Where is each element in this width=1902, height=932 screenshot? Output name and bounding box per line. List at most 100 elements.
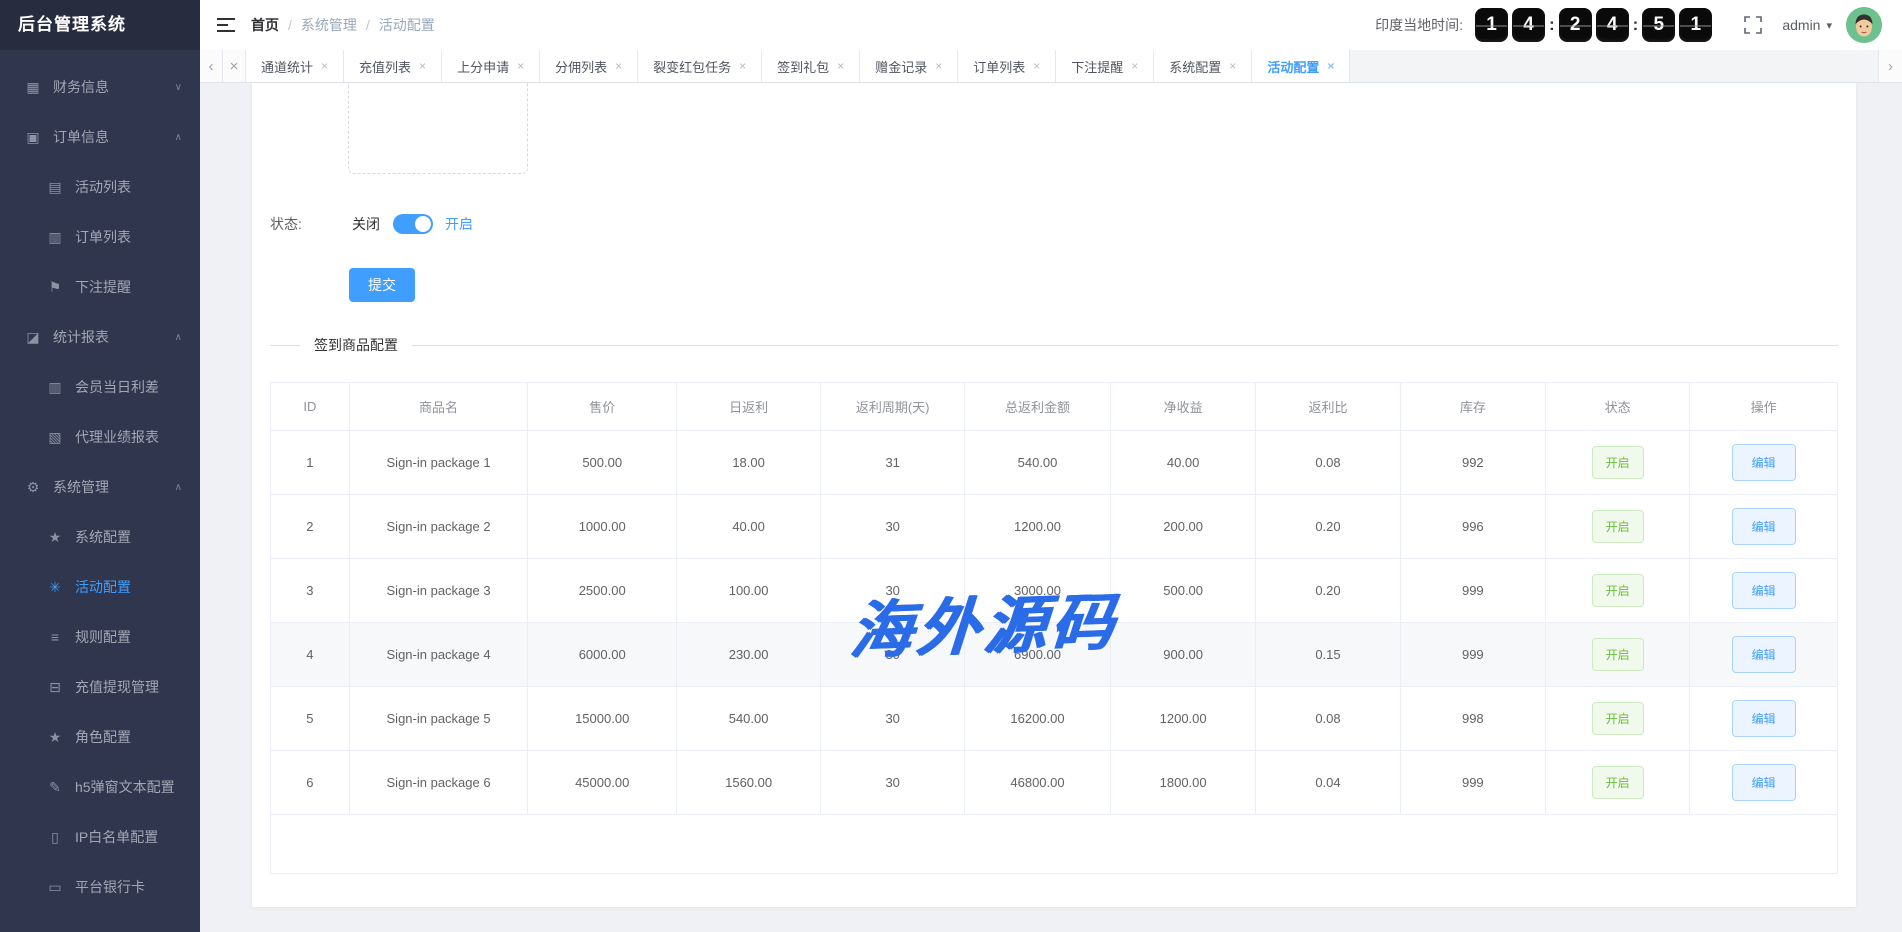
sidebar-item[interactable]: ▧ 代理业绩报表 <box>0 412 200 462</box>
sidebar-item[interactable]: ▦ 财务信息 ∨ <box>0 62 200 112</box>
switch-on-label: 开启 <box>445 214 473 234</box>
tab[interactable]: 下注提醒 × <box>1056 50 1154 82</box>
clock-colon: : <box>1549 15 1555 35</box>
sidebar-item[interactable]: ⚑ 下注提醒 <box>0 262 200 312</box>
clock-digit: 1 <box>1475 8 1508 42</box>
tab[interactable]: 系统配置 × <box>1154 50 1252 82</box>
tab-close-icon[interactable]: × <box>935 59 942 73</box>
cell-product-name: Sign-in package 4 <box>349 622 528 686</box>
sidebar-item[interactable]: ≡ 规则配置 <box>0 612 200 662</box>
tab-close-icon[interactable]: × <box>615 59 622 73</box>
edit-button[interactable]: 编辑 <box>1732 764 1796 801</box>
cell-id: 3 <box>271 558 349 622</box>
tab[interactable]: 通道统计 × <box>246 50 344 82</box>
cell-price: 2500.00 <box>528 558 677 622</box>
sidebar-item-label: 活动配置 <box>75 577 131 597</box>
tabs-close-all-icon[interactable]: × <box>223 50 246 82</box>
tab-label: 赠金记录 <box>875 57 927 76</box>
chevron-icon: ∨ <box>175 82 182 93</box>
user-menu[interactable]: admin <box>1782 17 1820 33</box>
tabs-scroll-right-icon[interactable]: › <box>1878 50 1902 82</box>
tab-close-icon[interactable]: × <box>1327 59 1334 73</box>
signin-products-table: ID商品名售价日返利返利周期(天)总返利金额净收益返利比库存状态操作 1 Sig… <box>270 382 1838 874</box>
edit-button[interactable]: 编辑 <box>1732 572 1796 609</box>
status-badge: 开启 <box>1592 446 1644 479</box>
tab[interactable]: 订单列表 × <box>958 50 1056 82</box>
stats-report-icon: ◪ <box>24 329 42 346</box>
tab[interactable]: 上分申请 × <box>442 50 540 82</box>
edit-button[interactable]: 编辑 <box>1732 508 1796 545</box>
image-upload-dropzone[interactable] <box>348 83 528 174</box>
column-header: 售价 <box>528 383 677 430</box>
sidebar-item-label: 系统配置 <box>75 527 131 547</box>
tab[interactable]: 分佣列表 × <box>540 50 638 82</box>
tab-close-icon[interactable]: × <box>517 59 524 73</box>
sidebar-item[interactable]: ▤ 活动列表 <box>0 162 200 212</box>
tab-close-icon[interactable]: × <box>419 59 426 73</box>
tab-close-icon[interactable]: × <box>1033 59 1040 73</box>
sidebar-item[interactable]: ▥ 订单列表 <box>0 212 200 262</box>
recharge-withdraw-icon: ⊟ <box>46 679 64 696</box>
cell-id: 2 <box>271 494 349 558</box>
submit-button[interactable]: 提交 <box>349 268 415 302</box>
tab[interactable]: 赠金记录 × <box>860 50 958 82</box>
tabs-scroll-left-icon[interactable]: ‹ <box>200 50 223 82</box>
edit-button[interactable]: 编辑 <box>1732 636 1796 673</box>
sidebar-item[interactable]: ✎ h5弹窗文本配置 <box>0 762 200 812</box>
sidebar-item[interactable]: ▥ 会员当日利差 <box>0 362 200 412</box>
sidebar-item[interactable]: ★ 角色配置 <box>0 712 200 762</box>
tab[interactable]: 裂变红包任务 × <box>638 50 762 82</box>
tab[interactable]: 活动配置 × <box>1252 50 1350 82</box>
cell-price: 500.00 <box>528 430 677 494</box>
cell-stock: 999 <box>1400 750 1546 814</box>
tab-label: 系统配置 <box>1169 57 1221 76</box>
switch-off-label: 关闭 <box>352 214 380 234</box>
table-row: 5 Sign-in package 5 15000.00 540.00 30 1… <box>271 686 1837 750</box>
sidebar-item[interactable]: ▯ IP白名单配置 <box>0 812 200 862</box>
sidebar-item[interactable]: ◪ 统计报表 ∧ <box>0 312 200 362</box>
divider-line <box>412 345 1838 346</box>
column-header: 总返利金额 <box>965 383 1111 430</box>
sidebar-item[interactable]: ⚙ 系统管理 ∧ <box>0 462 200 512</box>
sidebar-item-label: 活动列表 <box>75 177 131 197</box>
sidebar-item[interactable]: ▣ 订单信息 ∧ <box>0 112 200 162</box>
cell-daily-rebate: 1560.00 <box>677 750 821 814</box>
status-toggle[interactable] <box>393 214 433 234</box>
cell-daily-rebate: 540.00 <box>677 686 821 750</box>
breadcrumb-item[interactable]: 系统管理 / <box>301 15 379 35</box>
breadcrumb-item[interactable]: 首页 / <box>251 15 301 35</box>
platform-bankcard-icon: ▭ <box>46 879 64 896</box>
sidebar-item[interactable]: ▭ 平台银行卡 <box>0 862 200 912</box>
cell-product-name: Sign-in package 6 <box>349 750 528 814</box>
breadcrumb-item[interactable]: 活动配置 / <box>379 15 435 35</box>
sidebar-item-label: 会员当日利差 <box>75 377 159 397</box>
tab-close-icon[interactable]: × <box>739 59 746 73</box>
status-form-row: 状态: 关闭 开启 <box>270 214 1838 234</box>
tab-close-icon[interactable]: × <box>321 59 328 73</box>
fullscreen-icon[interactable] <box>1744 16 1762 34</box>
tab[interactable]: 签到礼包 × <box>762 50 860 82</box>
tab[interactable]: 充值列表 × <box>344 50 442 82</box>
sidebar-collapse-icon[interactable] <box>216 17 236 33</box>
edit-button[interactable]: 编辑 <box>1732 444 1796 481</box>
tab-close-icon[interactable]: × <box>1229 59 1236 73</box>
finance-info-icon: ▦ <box>24 79 42 96</box>
cell-rebate-ratio: 0.20 <box>1256 558 1400 622</box>
table-row: 2 Sign-in package 2 1000.00 40.00 30 120… <box>271 494 1837 558</box>
sidebar-item[interactable]: ✳ 活动配置 <box>0 562 200 612</box>
column-header: 日返利 <box>677 383 821 430</box>
sidebar-item[interactable]: ★ 系统配置 <box>0 512 200 562</box>
sidebar-item-label: 角色配置 <box>75 727 131 747</box>
order-info-icon: ▣ <box>24 129 42 146</box>
cell-price: 15000.00 <box>528 686 677 750</box>
avatar[interactable] <box>1846 7 1882 43</box>
cell-net-profit: 200.00 <box>1110 494 1256 558</box>
edit-button[interactable]: 编辑 <box>1732 700 1796 737</box>
sidebar-item-label: IP白名单配置 <box>75 827 158 847</box>
chevron-down-icon[interactable]: ▾ <box>1826 19 1832 32</box>
cell-id: 5 <box>271 686 349 750</box>
tab-close-icon[interactable]: × <box>1131 59 1138 73</box>
cell-rebate-period: 30 <box>821 494 965 558</box>
tab-close-icon[interactable]: × <box>837 59 844 73</box>
sidebar-item[interactable]: ⊟ 充值提现管理 <box>0 662 200 712</box>
